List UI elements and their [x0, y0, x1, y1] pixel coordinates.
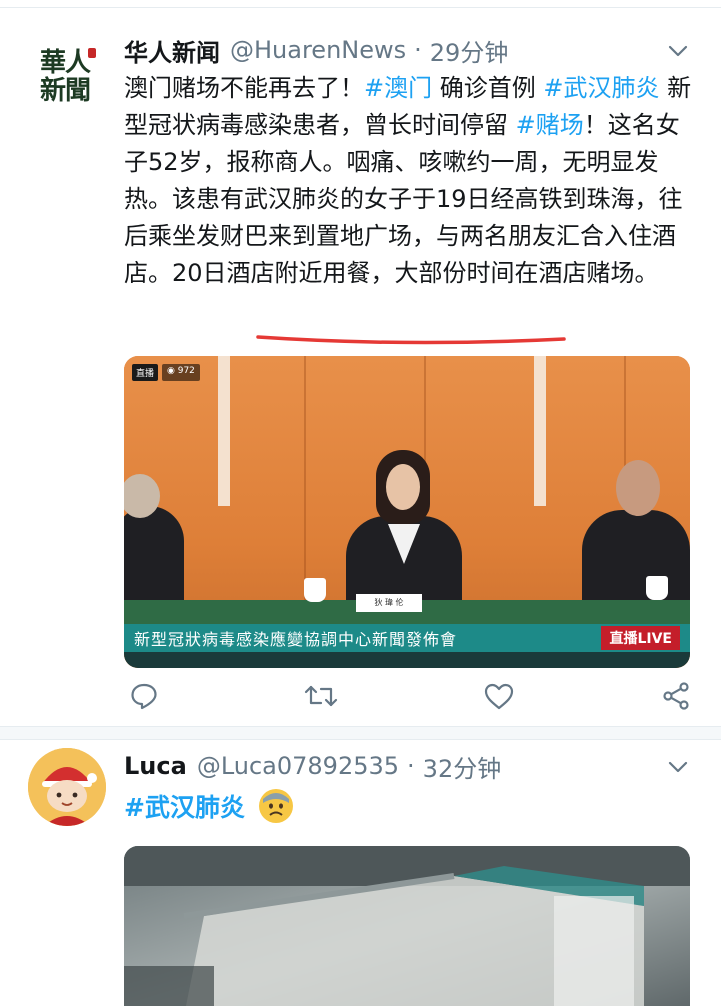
live-badge: 直播 ◉ 972: [132, 364, 200, 381]
person-left: [124, 506, 184, 606]
separator-dot: ·: [414, 36, 422, 64]
wall-pillar: [534, 356, 546, 506]
tweet-media-video[interactable]: 直播 ◉ 972 狄 瑋 伦 新型冠狀病毒感染應變協調中心新聞發佈會 直播LIV…: [124, 356, 690, 668]
like-icon: [484, 683, 513, 710]
person-right: [582, 510, 690, 606]
user-handle[interactable]: @HuarenNews: [230, 36, 406, 64]
person-center-face: [386, 464, 420, 510]
timestamp[interactable]: 29分钟: [430, 33, 509, 68]
retweet-button[interactable]: [301, 676, 341, 716]
blurred-photo: [124, 846, 690, 1006]
chevron-down-icon[interactable]: [665, 38, 691, 64]
tweet-text: #武汉肺炎: [124, 788, 293, 824]
tweet-header: Luca @Luca07892535 · 32分钟: [124, 748, 501, 784]
tweet-huarennews[interactable]: 華人 新聞 华人新闻 @HuarenNews · 29分钟 澳门赌场不能再去了！…: [0, 14, 721, 726]
hashtag-link[interactable]: #赌场: [516, 111, 584, 139]
retweet-icon: [305, 685, 338, 707]
view-count: ◉ 972: [162, 364, 200, 381]
avatar[interactable]: [28, 748, 106, 826]
hashtag-link[interactable]: #武汉肺炎: [124, 788, 245, 824]
avatar-logo-line2: 新聞: [39, 76, 91, 106]
video-caption-bar: 新型冠狀病毒感染應變協調中心新聞發佈會 直播LIVE: [124, 624, 690, 652]
wall-panel-line: [304, 356, 306, 606]
tweet-luca[interactable]: Luca @Luca07892535 · 32分钟 #武汉肺炎: [0, 740, 721, 1006]
video-bottom-strip: [124, 652, 690, 668]
timestamp[interactable]: 32分钟: [423, 749, 502, 784]
share-icon: [663, 682, 689, 710]
avatar[interactable]: 華人 新聞: [30, 42, 100, 112]
tweet-text: 澳门赌场不能再去了！#澳门 确诊首例 #武汉肺炎 新型冠状病毒感染患者，曾长时间…: [124, 70, 696, 292]
hashtag-link[interactable]: #澳门: [364, 74, 432, 102]
live-tag: 直播LIVE: [601, 626, 680, 650]
worried-face-icon: [258, 789, 293, 823]
top-divider: [0, 0, 721, 8]
user-handle[interactable]: @Luca07892535: [197, 752, 399, 780]
underline-annotation: [256, 335, 566, 345]
tweet-media-image[interactable]: [124, 846, 690, 1006]
wall-pillar: [218, 356, 230, 506]
reply-icon: [131, 683, 157, 710]
logo-seal-icon: [88, 48, 96, 58]
display-name[interactable]: 华人新闻: [124, 33, 220, 68]
avatar-logo-line1: 華人: [39, 48, 91, 78]
display-name[interactable]: Luca: [124, 752, 187, 780]
live-label: 直播: [132, 364, 159, 381]
tweet-separator: [0, 726, 721, 740]
tweet-text-run: 确诊首例: [432, 74, 544, 102]
person-right-head: [616, 460, 660, 516]
teacup: [304, 578, 326, 602]
separator-dot: ·: [407, 752, 415, 780]
like-button[interactable]: [479, 676, 519, 716]
tweet-actions: [124, 676, 696, 716]
avatar-illustration: [28, 748, 106, 826]
share-button[interactable]: [656, 676, 696, 716]
tweet-header: 华人新闻 @HuarenNews · 29分钟: [124, 32, 508, 68]
chevron-down-icon[interactable]: [665, 754, 691, 780]
reply-button[interactable]: [124, 676, 164, 716]
tweet-text-run: 澳门赌场不能再去了！: [124, 74, 364, 102]
video-caption: 新型冠狀病毒感染應變協調中心新聞發佈會: [134, 630, 458, 649]
hashtag-link[interactable]: #武汉肺炎: [543, 74, 659, 102]
view-count-value: 972: [177, 366, 195, 376]
nameplate: 狄 瑋 伦: [356, 594, 422, 612]
teacup: [646, 576, 668, 600]
